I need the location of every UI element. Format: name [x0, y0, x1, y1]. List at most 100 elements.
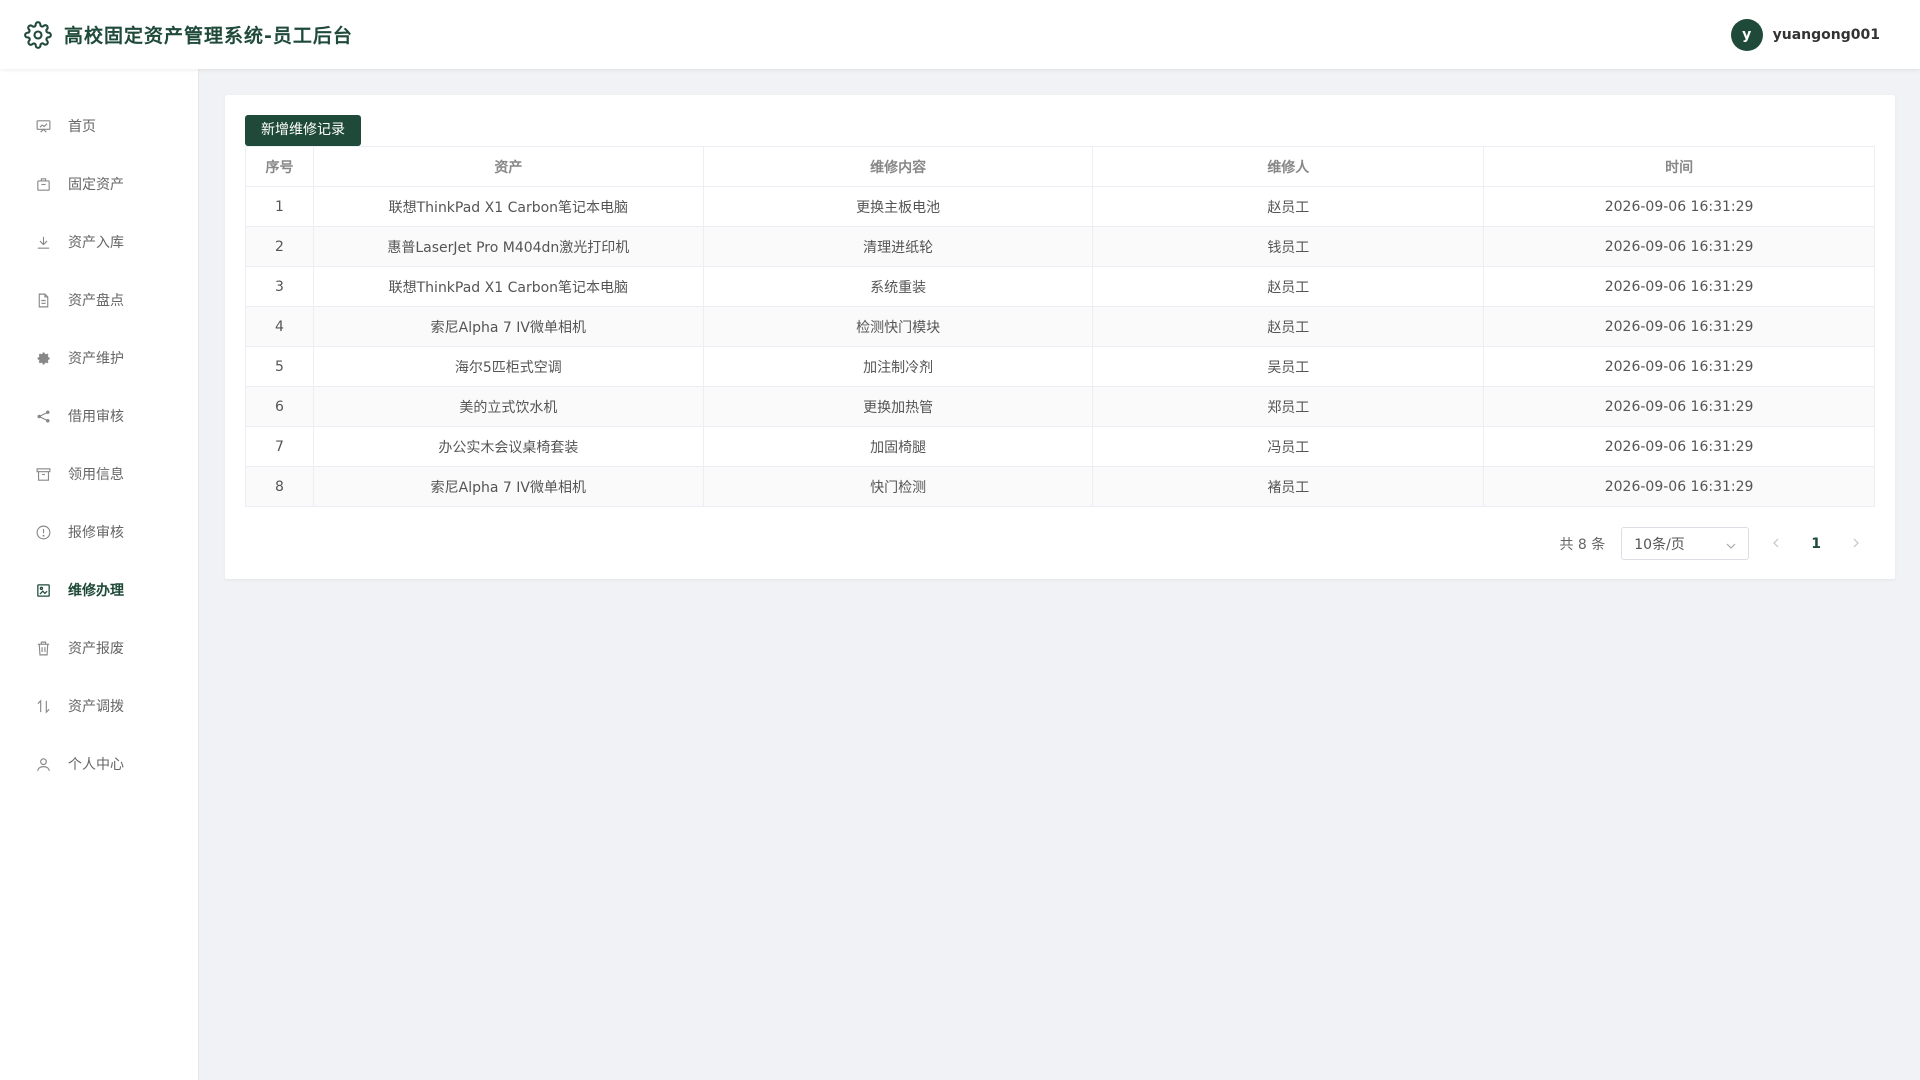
sidebar-item-label: 首页	[68, 119, 96, 135]
sidebar-item-label: 个人中心	[68, 757, 124, 773]
cell-asset: 索尼Alpha 7 IV微单相机	[312, 466, 704, 507]
cell-index: 7	[245, 426, 314, 467]
page-size-select[interactable]: 10条/页	[1621, 527, 1750, 560]
chevron-right-icon	[1853, 538, 1859, 547]
column-header-repairer: 维修人	[1092, 146, 1485, 187]
cell-index: 6	[245, 386, 314, 427]
cell-repair-content: 快门检测	[702, 466, 1094, 507]
cell-repair-content: 检测快门模块	[702, 306, 1094, 347]
table-row[interactable]: 5 海尔5匹柜式空调 加注制冷剂 吴员工 2026-09-06 16:31:29	[245, 346, 1875, 387]
table-row[interactable]: 3 联想ThinkPad X1 Carbon笔记本电脑 系统重装 赵员工 202…	[245, 266, 1875, 307]
cell-repairer: 吴员工	[1092, 346, 1485, 387]
cell-time: 2026-09-06 16:31:29	[1483, 466, 1875, 507]
share-icon	[34, 407, 52, 425]
box-icon	[34, 175, 52, 193]
next-page-button[interactable]	[1845, 536, 1867, 552]
cell-repairer: 赵员工	[1092, 186, 1485, 227]
cell-index: 5	[245, 346, 314, 387]
cell-index: 8	[245, 466, 314, 507]
cell-repair-content: 加注制冷剂	[702, 346, 1094, 387]
page-number-current[interactable]: 1	[1803, 536, 1829, 552]
sidebar-item-label: 借用审核	[68, 409, 124, 425]
add-repair-record-button[interactable]: 新增维修记录	[245, 115, 361, 146]
sidebar-item-label: 资产报废	[68, 641, 124, 657]
sidebar-item-fixed-assets[interactable]: 固定资产	[0, 155, 198, 213]
sidebar-item-asset-inbound[interactable]: 资产入库	[0, 213, 198, 271]
table-row[interactable]: 6 美的立式饮水机 更换加热管 郑员工 2026-09-06 16:31:29	[245, 386, 1875, 427]
sidebar-item-label: 领用信息	[68, 467, 124, 483]
brand: 高校固定资产管理系统-员工后台	[24, 20, 353, 49]
table-row[interactable]: 4 索尼Alpha 7 IV微单相机 检测快门模块 赵员工 2026-09-06…	[245, 306, 1875, 347]
repair-records-table: 序号 资产 维修内容 维修人 时间 1 联想ThinkPad X1 Carbon…	[245, 146, 1875, 507]
cell-asset: 惠普LaserJet Pro M404dn激光打印机	[312, 226, 704, 267]
sidebar-item-asset-scrap[interactable]: 资产报废	[0, 619, 198, 677]
sidebar-item-label: 资产盘点	[68, 293, 124, 309]
cell-asset: 海尔5匹柜式空调	[312, 346, 704, 387]
column-header-repair-content: 维修内容	[702, 146, 1094, 187]
table-row[interactable]: 2 惠普LaserJet Pro M404dn激光打印机 清理进纸轮 钱员工 2…	[245, 226, 1875, 267]
sidebar-item-repair-handling[interactable]: 维修办理	[0, 561, 198, 619]
cell-repair-content: 更换加热管	[702, 386, 1094, 427]
table-header: 序号 资产 维修内容 维修人 时间	[245, 146, 1875, 187]
cell-repairer: 赵员工	[1092, 306, 1485, 347]
sidebar-item-asset-transfer[interactable]: 资产调拨	[0, 677, 198, 735]
cell-time: 2026-09-06 16:31:29	[1483, 426, 1875, 467]
sidebar-item-repair-review[interactable]: 报修审核	[0, 503, 198, 561]
sidebar-item-asset-maintenance[interactable]: 资产维护	[0, 329, 198, 387]
cell-time: 2026-09-06 16:31:29	[1483, 266, 1875, 307]
cell-repairer: 钱员工	[1092, 226, 1485, 267]
table-row[interactable]: 8 索尼Alpha 7 IV微单相机 快门检测 褚员工 2026-09-06 1…	[245, 466, 1875, 507]
total-count: 共 8 条	[1559, 536, 1606, 553]
cell-asset: 美的立式饮水机	[312, 386, 704, 427]
cell-repair-content: 加固椅腿	[702, 426, 1094, 467]
cell-time: 2026-09-06 16:31:29	[1483, 186, 1875, 227]
sidebar-item-home[interactable]: 首页	[0, 97, 198, 155]
cell-index: 2	[245, 226, 314, 267]
sidebar-item-label: 维修办理	[68, 583, 124, 599]
user-menu[interactable]: y yuangong001	[1730, 18, 1896, 51]
chevron-down-icon	[1726, 539, 1736, 549]
column-header-time: 时间	[1483, 146, 1875, 187]
table-row[interactable]: 7 办公实木会议桌椅套装 加固椅腿 冯员工 2026-09-06 16:31:2…	[245, 426, 1875, 467]
sidebar-item-label: 资产入库	[68, 235, 124, 251]
avatar[interactable]: y	[1730, 18, 1763, 51]
username[interactable]: yuangong001	[1773, 27, 1880, 43]
cell-repair-content: 更换主板电池	[702, 186, 1094, 227]
table-row[interactable]: 1 联想ThinkPad X1 Carbon笔记本电脑 更换主板电池 赵员工 2…	[245, 186, 1875, 227]
cell-time: 2026-09-06 16:31:29	[1483, 306, 1875, 347]
cell-repairer: 褚员工	[1092, 466, 1485, 507]
cell-time: 2026-09-06 16:31:29	[1483, 226, 1875, 267]
cell-asset: 索尼Alpha 7 IV微单相机	[312, 306, 704, 347]
page-size-value: 10条/页	[1634, 536, 1685, 553]
info-circle-icon	[34, 523, 52, 541]
cell-repairer: 赵员工	[1092, 266, 1485, 307]
pagination: 共 8 条 10条/页 1	[245, 527, 1875, 560]
cell-index: 3	[245, 266, 314, 307]
sidebar-item-requisition-info[interactable]: 领用信息	[0, 445, 198, 503]
sidebar-item-personal-center[interactable]: 个人中心	[0, 735, 198, 793]
top-header: 高校固定资产管理系统-员工后台 y yuangong001	[0, 0, 1920, 69]
cell-index: 4	[245, 306, 314, 347]
sidebar: 首页 固定资产 资产入库 资产盘点 资产维护 借用审核 领用信息 报修审核 维修…	[0, 69, 199, 1080]
sidebar-item-label: 资产调拨	[68, 699, 124, 715]
cell-repair-content: 清理进纸轮	[702, 226, 1094, 267]
sidebar-item-borrow-review[interactable]: 借用审核	[0, 387, 198, 445]
cell-index: 1	[245, 186, 314, 227]
gear-icon	[24, 20, 52, 49]
cell-asset: 联想ThinkPad X1 Carbon笔记本电脑	[312, 186, 704, 227]
cell-asset: 联想ThinkPad X1 Carbon笔记本电脑	[312, 266, 704, 307]
chevron-left-icon	[1773, 538, 1779, 547]
column-header-index: 序号	[245, 146, 314, 187]
document-icon	[34, 291, 52, 309]
prev-page-button[interactable]	[1765, 536, 1787, 552]
download-icon	[34, 233, 52, 251]
main-panel: 新增维修记录 序号 资产 维修内容 维修人 时间 1 联想ThinkPad X1…	[225, 95, 1895, 579]
sidebar-item-asset-inventory[interactable]: 资产盘点	[0, 271, 198, 329]
cell-repair-content: 系统重装	[702, 266, 1094, 307]
cell-repairer: 郑员工	[1092, 386, 1485, 427]
app-title: 高校固定资产管理系统-员工后台	[64, 25, 353, 47]
sidebar-item-label: 报修审核	[68, 525, 124, 541]
cell-repairer: 冯员工	[1092, 426, 1485, 467]
cell-time: 2026-09-06 16:31:29	[1483, 346, 1875, 387]
dashboard-icon	[34, 117, 52, 135]
